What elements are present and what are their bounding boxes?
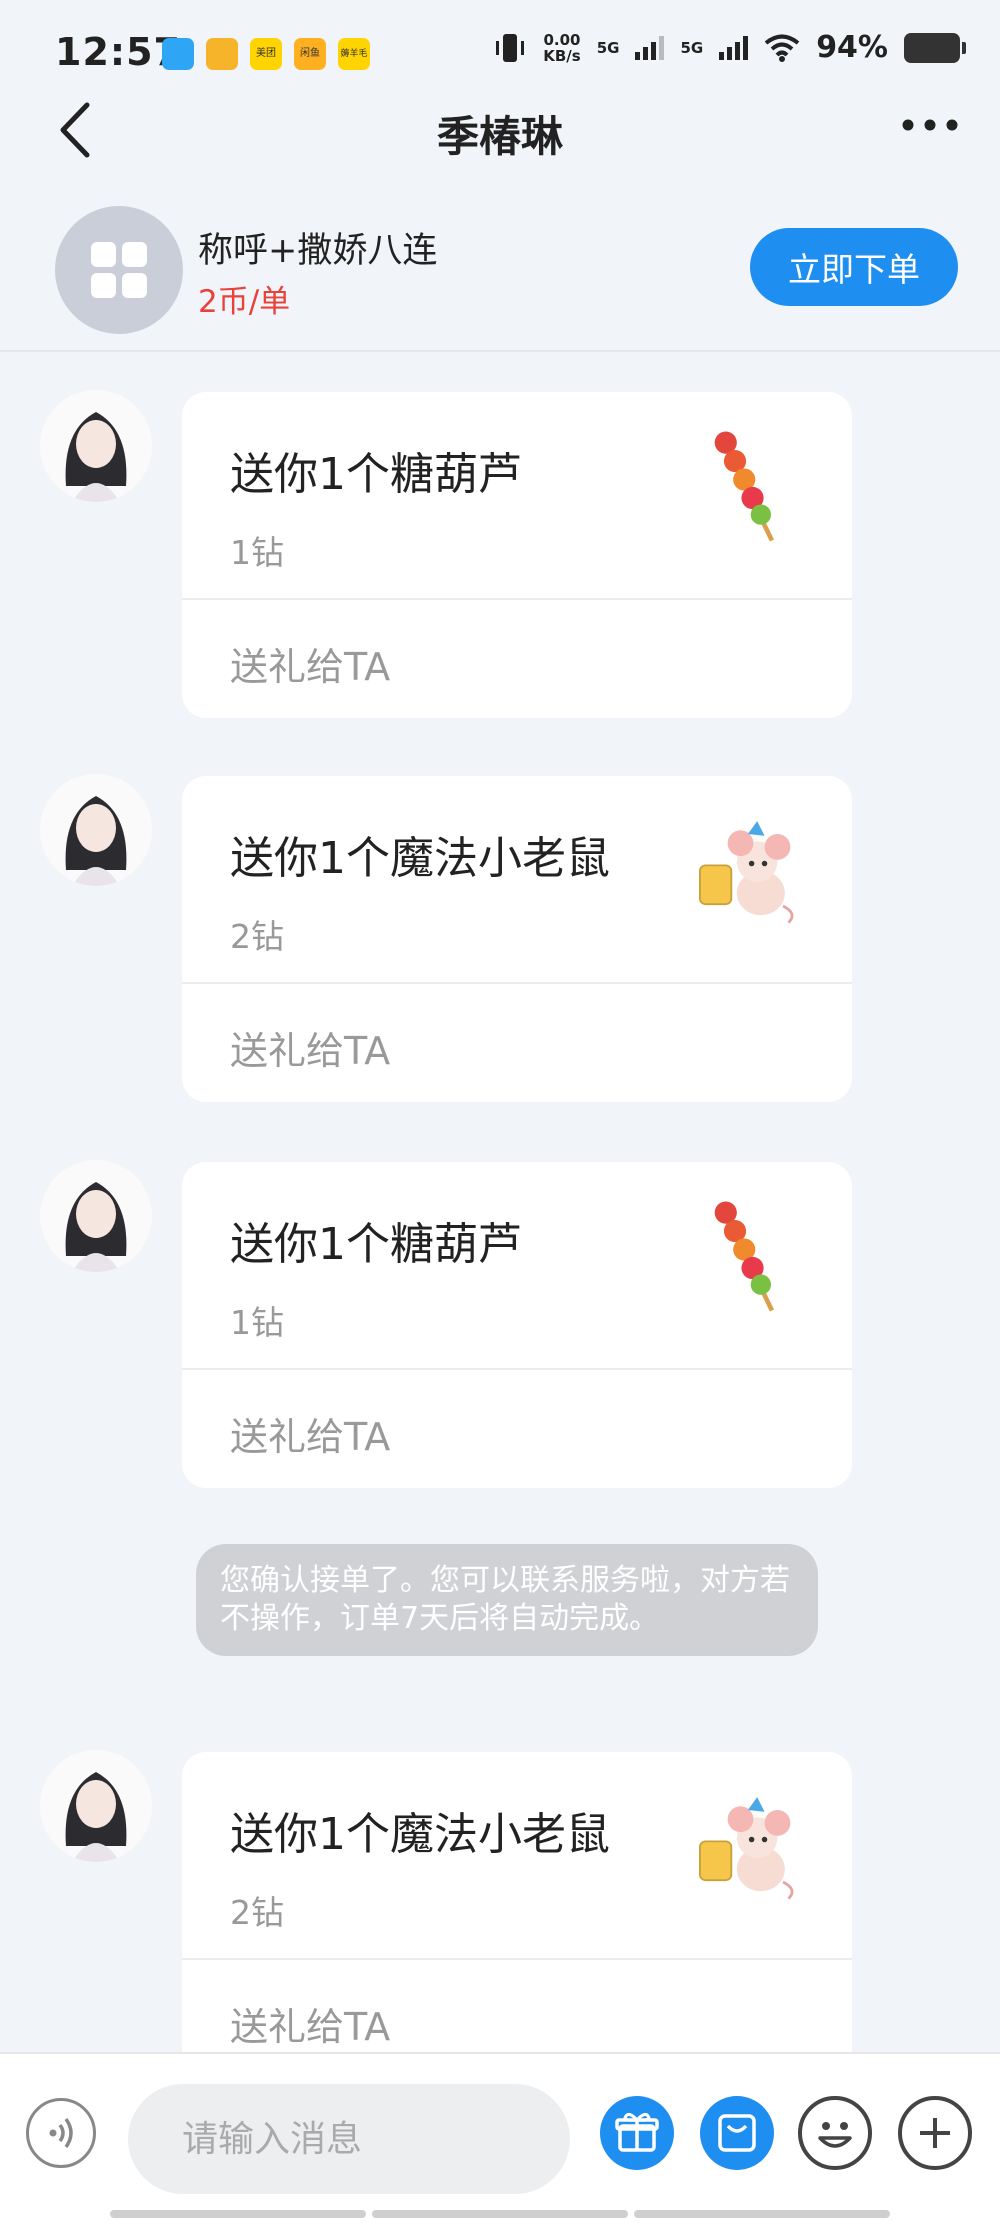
network-type: 5G bbox=[680, 38, 704, 57]
divider bbox=[182, 1368, 852, 1370]
battery-icon bbox=[904, 32, 966, 63]
gift-cost: 2钻 bbox=[230, 917, 284, 956]
gift-title: 送你1个魔法小老鼠 bbox=[230, 833, 610, 884]
voice-icon bbox=[49, 2117, 73, 2149]
magic-mouse-icon bbox=[699, 1797, 794, 1900]
service-price: 2币/单 bbox=[198, 284, 291, 320]
xianyu-icon: 闲鱼 bbox=[294, 38, 326, 70]
message-input[interactable] bbox=[128, 2084, 570, 2194]
app-notification-icon bbox=[206, 38, 238, 70]
send-gift-link[interactable]: 送礼给TA bbox=[230, 1996, 390, 2051]
input-bar bbox=[0, 2052, 1000, 2224]
divider bbox=[182, 982, 852, 984]
avatar-girl-icon bbox=[40, 390, 152, 502]
grid-icon bbox=[91, 242, 147, 298]
nav-bar: 季椿琳 bbox=[0, 95, 1000, 165]
gift-message-card[interactable]: 送你1个糖葫芦 1钻 送礼给TA bbox=[182, 392, 852, 718]
network-type: 5G bbox=[596, 38, 620, 57]
gift-message-card[interactable]: 送你1个魔法小老鼠 2钻 送礼给TA bbox=[182, 1752, 852, 2052]
user-avatar[interactable] bbox=[40, 1160, 152, 1272]
gift-title: 送你1个糖葫芦 bbox=[230, 449, 522, 500]
status-bar: 12:57 美团 闲鱼 薅羊毛 0.00 KB/s 5G 5G 94% bbox=[0, 0, 1000, 110]
service-card: 称呼+撒娇八连 2币/单 立即下单 bbox=[0, 190, 1000, 352]
gift-cost: 1钻 bbox=[230, 1303, 284, 1342]
plus-icon bbox=[920, 2118, 950, 2148]
send-gift-link[interactable]: 送礼给TA bbox=[230, 636, 390, 691]
vibrate-icon bbox=[496, 33, 525, 62]
divider bbox=[182, 598, 852, 600]
user-avatar[interactable] bbox=[40, 390, 152, 502]
gift-cost: 2钻 bbox=[230, 1893, 284, 1932]
emoji-button[interactable] bbox=[798, 2096, 872, 2170]
tanghulu-icon bbox=[714, 431, 775, 542]
avatar-girl-icon bbox=[40, 774, 152, 886]
gift-title: 送你1个糖葫芦 bbox=[230, 1219, 522, 1270]
signal-icon bbox=[635, 35, 665, 60]
net-speed-value: 0.00 bbox=[543, 30, 581, 49]
user-avatar[interactable] bbox=[40, 1750, 152, 1862]
avatar-girl-icon bbox=[40, 1750, 152, 1862]
order-now-button[interactable]: 立即下单 bbox=[750, 228, 958, 306]
net-speed: 0.00 KB/s bbox=[543, 32, 580, 64]
divider bbox=[182, 1958, 852, 1960]
gift-box-icon bbox=[615, 2113, 659, 2152]
magic-mouse-icon bbox=[699, 821, 794, 924]
gift-button[interactable] bbox=[600, 2096, 674, 2170]
more-options-button[interactable] bbox=[898, 2096, 972, 2170]
gift-title: 送你1个魔法小老鼠 bbox=[230, 1809, 610, 1860]
wifi-icon bbox=[764, 34, 800, 62]
home-indicator bbox=[110, 2210, 890, 2218]
voice-button[interactable] bbox=[26, 2098, 96, 2168]
battery-level: 94% bbox=[816, 30, 888, 65]
page-title: 季椿琳 bbox=[436, 112, 563, 161]
order-bag-icon bbox=[718, 2114, 756, 2152]
avatar-girl-icon bbox=[40, 1160, 152, 1272]
more-dots-icon bbox=[902, 119, 958, 131]
tanghulu-icon bbox=[714, 1201, 775, 1312]
app-notification-icon: 薅羊毛 bbox=[338, 38, 370, 70]
system-message: 您确认接单了。您可以联系服务啦，对方若不操作，订单7天后将自动完成。 bbox=[196, 1544, 818, 1656]
user-avatar[interactable] bbox=[40, 774, 152, 886]
emoji-icon bbox=[818, 2122, 852, 2148]
gift-message-card[interactable]: 送你1个糖葫芦 1钻 送礼给TA bbox=[182, 1162, 852, 1488]
net-speed-unit: KB/s bbox=[543, 46, 581, 65]
message-list[interactable]: 送你1个糖葫芦 1钻 送礼给TA 送你1个魔法小老鼠 2钻 送礼给TA 送你1个… bbox=[0, 352, 1000, 2052]
service-avatar bbox=[55, 206, 183, 334]
order-button[interactable] bbox=[700, 2096, 774, 2170]
send-gift-link[interactable]: 送礼给TA bbox=[230, 1406, 390, 1461]
notification-icons: 美团 闲鱼 薅羊毛 bbox=[162, 38, 370, 70]
send-gift-link[interactable]: 送礼给TA bbox=[230, 1020, 390, 1075]
app-notification-icon bbox=[162, 38, 194, 70]
service-name: 称呼+撒娇八连 bbox=[198, 231, 438, 271]
gift-message-card[interactable]: 送你1个魔法小老鼠 2钻 送礼给TA bbox=[182, 776, 852, 1102]
meituan-icon: 美团 bbox=[250, 38, 282, 70]
gift-cost: 1钻 bbox=[230, 533, 284, 572]
more-button[interactable] bbox=[900, 105, 960, 149]
signal-icon bbox=[719, 35, 749, 60]
